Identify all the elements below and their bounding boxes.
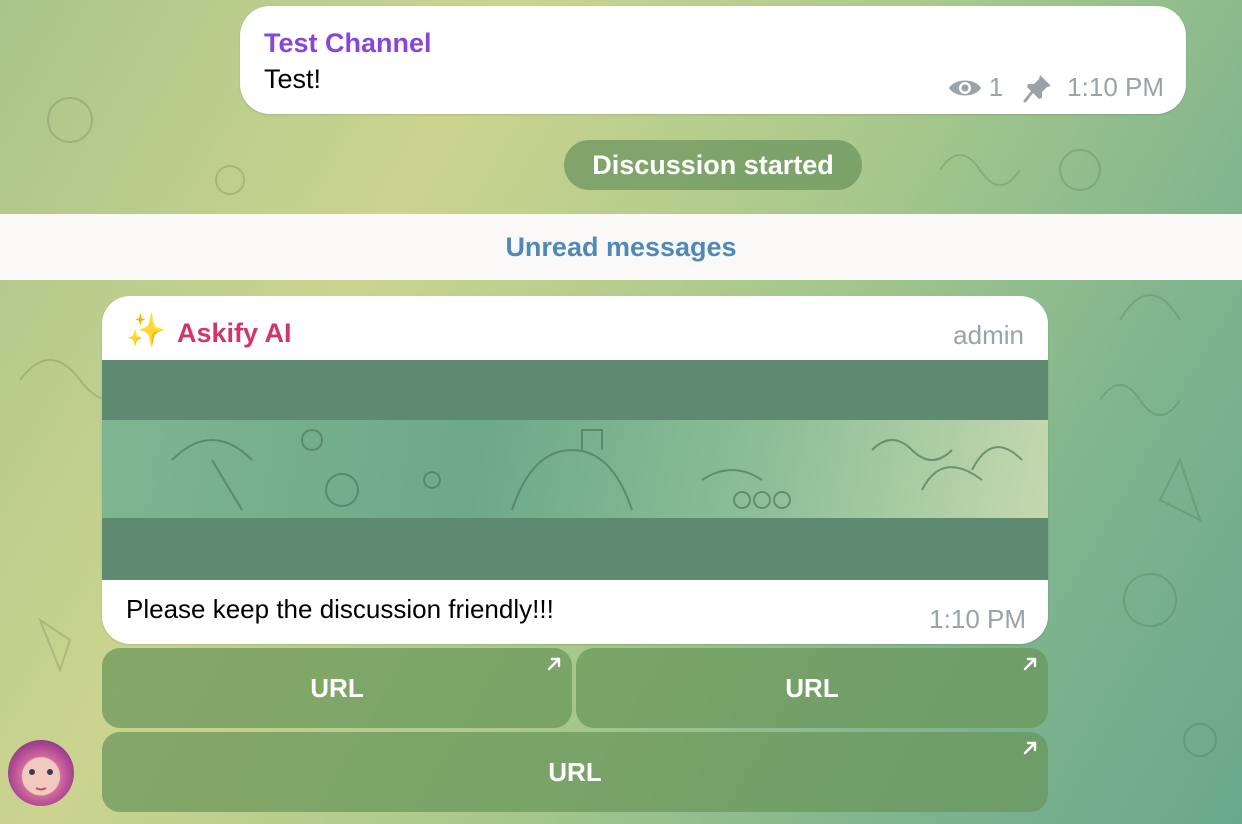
post-meta: 1 1:10 PM — [947, 72, 1164, 103]
external-link-arrow-icon — [1023, 657, 1037, 671]
media-band-bottom — [102, 518, 1048, 580]
url-button-label: URL — [548, 756, 602, 787]
avatar-face-illustration — [29, 769, 53, 791]
views-count: 1 — [988, 72, 1004, 102]
discussion-started-badge: Discussion started — [564, 140, 862, 190]
message-media-image[interactable] — [102, 360, 1048, 580]
url-button-label: URL — [310, 672, 364, 703]
unread-messages-divider: Unread messages — [0, 214, 1242, 280]
message-header: ✨ Askify AI admin — [102, 296, 1048, 360]
message-text: Please keep the discussion friendly!!! — [126, 594, 554, 624]
external-link-arrow-icon — [547, 657, 561, 671]
sender-avatar[interactable] — [8, 740, 74, 806]
url-button-1[interactable]: URL — [102, 648, 572, 728]
pin-icon — [1023, 74, 1052, 102]
post-time: 1:10 PM — [1067, 72, 1164, 102]
external-link-arrow-icon — [1023, 741, 1037, 755]
eye-icon — [948, 80, 981, 95]
post-text: Test! — [264, 64, 322, 94]
url-button-2[interactable]: URL — [576, 648, 1048, 728]
channel-post-bubble[interactable]: Test Channel Test! 1 1:10 PM — [240, 6, 1186, 114]
sparkles-icon: ✨ — [126, 312, 166, 348]
sender-name[interactable]: Askify AI — [177, 318, 292, 349]
message-time: 1:10 PM — [929, 604, 1026, 634]
channel-name[interactable]: Test Channel — [264, 28, 432, 59]
unread-messages-label: Unread messages — [505, 231, 737, 262]
media-doodles — [171, 429, 1023, 511]
url-button-label: URL — [785, 672, 839, 703]
bot-message-bubble[interactable]: ✨ Askify AI admin Please keep the discus… — [102, 296, 1048, 644]
url-button-3[interactable]: URL — [102, 732, 1048, 812]
media-band-top — [102, 360, 1048, 420]
sender-role-badge: admin — [953, 320, 1024, 350]
